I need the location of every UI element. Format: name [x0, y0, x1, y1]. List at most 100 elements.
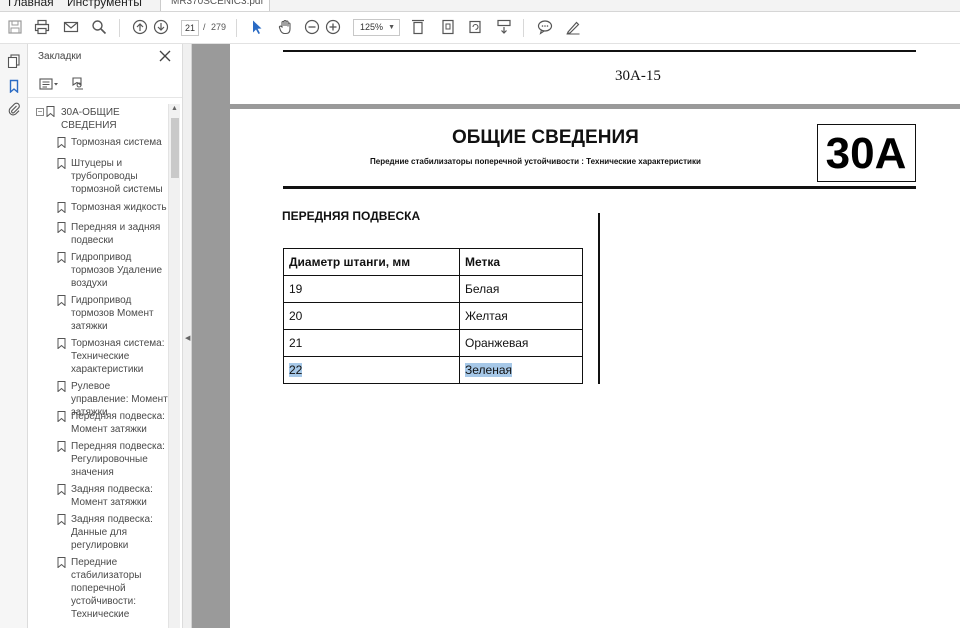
previous-page-bottom: 30A-15 — [230, 44, 960, 104]
options-menu-icon[interactable] — [39, 76, 61, 92]
bookmark-label: Задняя подвеска: Данные для регулировки — [71, 514, 153, 551]
bookmark-label: Передняя подвеска: Регулировочные значен… — [71, 441, 165, 478]
cell-diameter: 20 — [283, 302, 460, 330]
zoom-in-icon[interactable] — [323, 17, 343, 37]
header-diameter: Диаметр штанги, мм — [283, 248, 460, 276]
page-number-label: 30A-15 — [615, 68, 661, 84]
print-icon[interactable] — [32, 17, 52, 37]
header-rule — [283, 50, 916, 52]
fit-width-icon[interactable] — [408, 17, 428, 37]
cell-diameter: 21 — [283, 329, 460, 357]
table-row: 20 Желтая — [283, 302, 583, 330]
menu-bar: Главная Инструменты MR370SCENIC3.pdf — [0, 0, 960, 12]
toolbar-separator — [119, 19, 120, 37]
chevron-down-icon: ▼ — [388, 24, 395, 31]
toolbar-separator — [236, 19, 237, 37]
panel-splitter[interactable]: ◀ — [183, 44, 192, 628]
navigation-rail — [0, 44, 28, 628]
bookmark-icon — [57, 158, 66, 170]
bookmark-icon — [57, 295, 66, 307]
scrollbar-thumb[interactable] — [171, 118, 179, 178]
bookmarks-scrollbar[interactable]: ▲ — [168, 104, 180, 628]
table-row: 19 Белая — [283, 275, 583, 303]
zoom-select[interactable]: 125% ▼ — [353, 19, 400, 36]
scroll-up-icon[interactable]: ▲ — [171, 105, 178, 112]
cell-mark[interactable]: Зеленая — [459, 356, 583, 384]
bookmark-label: Гидропривод тормозов Удаление воздухи — [71, 252, 163, 289]
find-bookmark-icon[interactable] — [70, 76, 86, 92]
section-subtitle: Передние стабилизаторы поперечной устойч… — [370, 157, 701, 166]
sign-icon[interactable] — [563, 17, 583, 37]
table-row: 21 Оранжевая — [283, 329, 583, 357]
bookmark-label: Тормозная система — [71, 137, 162, 148]
bookmark-icon — [57, 557, 66, 569]
save-icon[interactable] — [5, 17, 25, 37]
front-suspension-title: ПЕРЕДНЯЯ ПОДВЕСКА — [282, 209, 421, 223]
zoom-out-icon[interactable] — [302, 17, 322, 37]
bookmark-icon — [57, 252, 66, 264]
scroll-mode-icon[interactable] — [494, 17, 514, 37]
bookmark-label: 30A-ОБЩИЕ СВЕДЕНИЯ — [61, 107, 120, 131]
collapse-panel-icon[interactable]: ◀ — [185, 334, 190, 342]
bookmarks-panel-icon[interactable] — [5, 77, 23, 95]
bookmark-icon — [57, 484, 66, 496]
bookmark-icon — [46, 106, 55, 118]
header-mark: Метка — [459, 248, 583, 276]
fit-page-icon[interactable] — [438, 17, 458, 37]
close-icon[interactable] — [158, 49, 172, 63]
document-view[interactable]: 30A-15 ОБЩИЕ СВЕДЕНИЯ Передние стабилиза… — [192, 44, 960, 628]
select-arrow-icon[interactable] — [247, 17, 267, 37]
bookmark-label: Передняя и задняя подвески — [71, 222, 161, 246]
bookmarks-header: Закладки — [38, 51, 82, 62]
mail-icon[interactable] — [61, 17, 81, 37]
table-header-row: Диаметр штанги, мм Метка — [283, 248, 583, 276]
bookmark-icon — [57, 338, 66, 350]
bookmark-label: Тормозная система: Технические характери… — [71, 338, 165, 375]
page-number-input[interactable]: 21 — [181, 20, 199, 36]
attachments-icon[interactable] — [5, 100, 23, 118]
cell-mark: Белая — [459, 275, 583, 303]
page-down-icon[interactable] — [151, 17, 171, 37]
cell-mark: Оранжевая — [459, 329, 583, 357]
bookmark-icon — [57, 222, 66, 234]
menu-home[interactable]: Главная — [8, 0, 54, 9]
hand-icon[interactable] — [275, 17, 295, 37]
bookmark-label: Штуцеры и трубопроводы тормозной системы — [71, 158, 163, 195]
bookmarks-toolbar — [28, 70, 182, 98]
toolbar-separator — [523, 19, 524, 37]
collapse-icon[interactable]: − — [36, 108, 44, 116]
toolbar: 21 / 279 125% ▼ — [0, 12, 960, 44]
column-divider — [598, 213, 600, 384]
bookmark-icon — [57, 202, 66, 214]
section-title: ОБЩИЕ СВЕДЕНИЯ — [452, 127, 639, 148]
cell-mark: Желтая — [459, 302, 583, 330]
bookmark-label: Передняя подвеска: Момент затяжки — [71, 411, 165, 435]
selected-text[interactable]: 22 — [289, 363, 303, 377]
page-up-icon[interactable] — [130, 17, 150, 37]
comment-icon[interactable] — [535, 17, 555, 37]
bookmark-icon — [57, 381, 66, 393]
bookmark-label: Гидропривод тормозов Момент затяжки — [71, 295, 154, 332]
page-separator: / — [203, 22, 206, 32]
pdf-page: ОБЩИЕ СВЕДЕНИЯ Передние стабилизаторы по… — [230, 109, 960, 628]
bookmark-icon — [57, 514, 66, 526]
bookmark-icon — [57, 411, 66, 423]
bookmark-label: Передние стабилизаторы поперечной устойч… — [71, 557, 142, 620]
stabilizer-table: Диаметр штанги, мм Метка 19 Белая 20 Жел… — [283, 248, 583, 384]
bookmark-icon — [57, 137, 66, 149]
chapter-code: 30A — [825, 129, 907, 178]
search-icon[interactable] — [89, 17, 109, 37]
bookmarks-list: − 30A-ОБЩИЕ СВЕДЕНИЯ Тормозная система Ш… — [28, 106, 168, 628]
menu-tools[interactable]: Инструменты — [67, 0, 142, 9]
chapter-box: 30A — [817, 124, 916, 182]
page-thumbnails-icon[interactable] — [5, 52, 23, 70]
rotate-icon[interactable] — [465, 17, 485, 37]
selected-text[interactable]: Зеленая — [465, 363, 512, 377]
tab-document[interactable]: MR370SCENIC3.pdf — [160, 0, 270, 11]
bookmark-label: Тормозная жидкость — [71, 202, 167, 213]
page-total: 279 — [211, 22, 227, 32]
bookmark-icon — [57, 441, 66, 453]
bookmarks-panel: Закладки − 30A-ОБЩИЕ СВЕДЕНИЯ Тормозная … — [28, 44, 183, 628]
table-row: 22 Зеленая — [283, 356, 583, 384]
cell-diameter[interactable]: 22 — [283, 356, 460, 384]
